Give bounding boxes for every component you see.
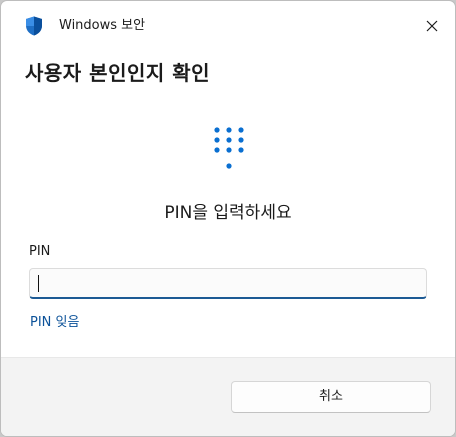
dialog-heading: 사용자 본인인지 확인 (25, 61, 211, 85)
pin-input[interactable] (38, 271, 418, 295)
keypad-icon (214, 127, 244, 169)
shield-icon (26, 16, 42, 36)
cancel-button[interactable]: 취소 (231, 381, 431, 413)
pin-prompt: PIN을 입력하세요 (164, 203, 292, 223)
text-caret (38, 275, 39, 292)
pin-input-box[interactable] (29, 268, 427, 299)
close-icon (426, 20, 438, 32)
close-button[interactable] (412, 11, 452, 41)
pin-label: PIN (29, 244, 51, 259)
dialog-footer: 취소 (1, 357, 455, 436)
forgot-pin-link[interactable]: PIN 잊음 (30, 314, 79, 332)
title-bar: Windows 보안 (1, 1, 455, 49)
windows-security-dialog: Windows 보안 사용자 본인인지 확인 PIN을 입력하세요 PIN PI… (0, 0, 456, 437)
window-title: Windows 보안 (59, 18, 146, 33)
